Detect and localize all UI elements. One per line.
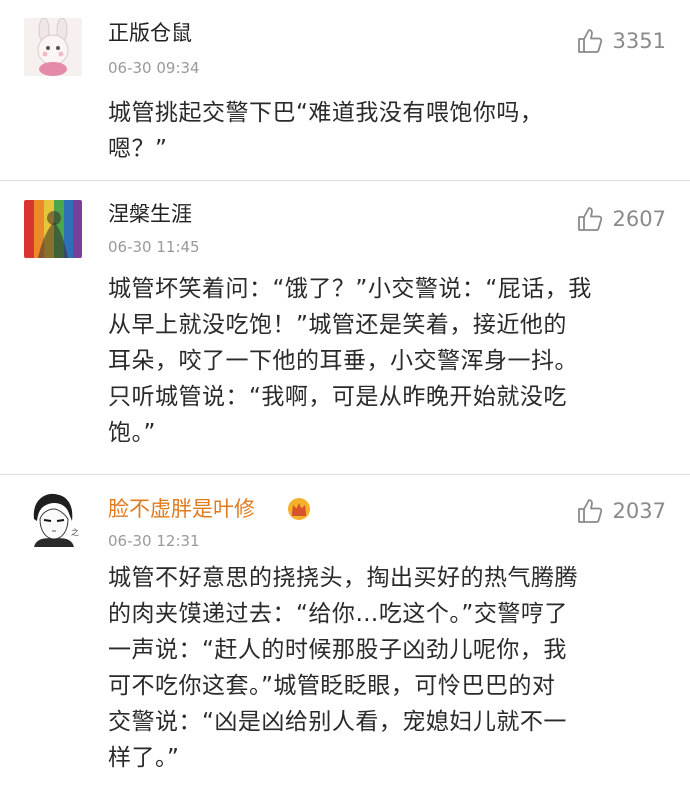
comment-line: 耳朵，咬了一下他的耳垂，小交警浑身一抖。: [108, 348, 578, 374]
comment-line: 的肉夹馍递过去：“给你…吃这个。”交警哼了: [108, 601, 568, 627]
comment-line: 城管坏笑着问：“饿了？”小交警说：“屁话，我: [108, 276, 592, 302]
avatar-anime-portrait-icon: 之: [24, 489, 82, 547]
thumbs-up-icon: [577, 29, 602, 53]
comment-line: 城管挑起交警下巴“难道我没有喂饱你吗，: [108, 100, 544, 126]
timestamp: 06-30 12:31: [108, 532, 200, 550]
timestamp: 06-30 09:34: [108, 59, 200, 77]
comment-text: 城管挑起交警下巴“难道我没有喂饱你吗， 嗯？”: [108, 95, 663, 167]
avatar-rainbow-icon: [24, 200, 82, 258]
comment-line: 饱。”: [108, 420, 156, 446]
thumbs-up-icon: [577, 499, 602, 523]
comment-line: 一声说：“赶人的时候那股子凶劲儿呢你，我: [108, 637, 567, 663]
like-button[interactable]: 2607: [575, 204, 666, 234]
timestamp: 06-30 11:45: [108, 238, 200, 256]
comment-line: 从早上就没吃饱！”城管还是笑着，接近他的: [108, 312, 567, 338]
like-count: 2607: [612, 207, 666, 231]
like-button[interactable]: 2037: [575, 496, 666, 526]
avatar[interactable]: 之: [24, 489, 82, 547]
comment-line: 样了。”: [108, 745, 180, 771]
username[interactable]: 正版仓鼠: [108, 20, 192, 46]
comment-list: 正版仓鼠 06-30 09:34 3351 城管挑起交警下巴“难道我没有喂饱你吗…: [0, 0, 690, 801]
comment-item: 正版仓鼠 06-30 09:34 3351 城管挑起交警下巴“难道我没有喂饱你吗…: [0, 0, 690, 181]
crown-badge-icon: [286, 497, 312, 521]
like-count: 2037: [612, 499, 666, 523]
username[interactable]: 脸不虚胖是叶修: [108, 496, 255, 522]
comment-item: 涅槃生涯 06-30 11:45 2607 城管坏笑着问：“饿了？”小交警说：“…: [0, 181, 690, 475]
comment-text: 城管不好意思的挠挠头，掏出买好的热气腾腾 的肉夹馍递过去：“给你…吃这个。”交警…: [108, 560, 663, 776]
comment-line: 交警说：“凶是凶给别人看，宠媳妇儿就不一: [108, 709, 567, 735]
comment-line: 只听城管说：“我啊，可是从昨晚开始就没吃: [108, 384, 567, 410]
svg-text:之: 之: [71, 527, 79, 537]
avatar[interactable]: [24, 200, 82, 258]
like-count: 3351: [612, 29, 666, 53]
comment-line: 城管不好意思的挠挠头，掏出买好的热气腾腾: [108, 565, 578, 591]
comment-line: 嗯？”: [108, 136, 168, 162]
comment-item: 之 脸不虚胖是叶修 06-30 12:31 2037 城管不好意思的挠挠头，掏出…: [0, 475, 690, 801]
username[interactable]: 涅槃生涯: [108, 201, 192, 227]
avatar[interactable]: [24, 18, 82, 76]
comment-text: 城管坏笑着问：“饿了？”小交警说：“屁话，我 从早上就没吃饱！”城管还是笑着，接…: [108, 271, 663, 451]
avatar-bunny-icon: [24, 18, 82, 76]
like-button[interactable]: 3351: [575, 26, 666, 56]
thumbs-up-icon: [577, 207, 602, 231]
comment-line: 可不吃你这套。”城管眨眨眼，可怜巴巴的对: [108, 673, 556, 699]
